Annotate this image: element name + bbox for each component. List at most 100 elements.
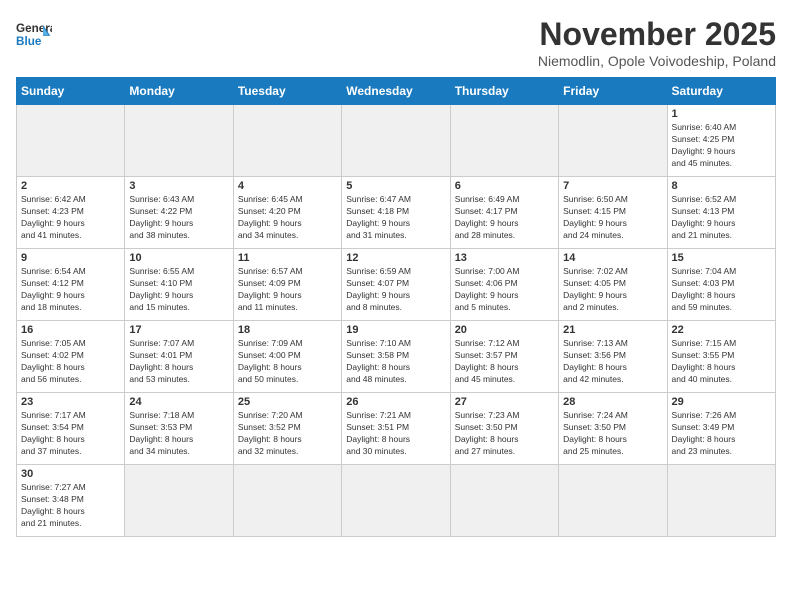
day-info: Sunrise: 6:42 AM Sunset: 4:23 PM Dayligh…: [21, 194, 120, 242]
day-number: 13: [455, 252, 554, 264]
day-number: 23: [21, 396, 120, 408]
calendar-cell: [667, 465, 775, 537]
title-block: November 2025 Niemodlin, Opole Voivodesh…: [538, 16, 776, 69]
day-number: 3: [129, 180, 228, 192]
day-number: 14: [563, 252, 662, 264]
calendar-cell: [450, 105, 558, 177]
day-info: Sunrise: 7:04 AM Sunset: 4:03 PM Dayligh…: [672, 266, 771, 314]
calendar-cell: 15 Sunrise: 7:04 AM Sunset: 4:03 PM Dayli…: [667, 249, 775, 321]
calendar-week-row: 2Sunrise: 6:42 AM Sunset: 4:23 PM Daylig…: [17, 177, 776, 249]
day-number: 16: [21, 324, 120, 336]
calendar-cell: 6 Sunrise: 6:49 AM Sunset: 4:17 PM Daylig…: [450, 177, 558, 249]
calendar-cell: 18 Sunrise: 7:09 AM Sunset: 4:00 PM Dayli…: [233, 321, 341, 393]
calendar-cell: 16 Sunrise: 7:05 AM Sunset: 4:02 PM Dayli…: [17, 321, 125, 393]
calendar-subtitle: Niemodlin, Opole Voivodeship, Poland: [538, 53, 776, 69]
day-number: 15: [672, 252, 771, 264]
day-info: Sunrise: 7:00 AM Sunset: 4:06 PM Dayligh…: [455, 266, 554, 314]
day-number: 27: [455, 396, 554, 408]
day-info: Sunrise: 7:05 AM Sunset: 4:02 PM Dayligh…: [21, 338, 120, 386]
calendar-cell: 4Sunrise: 6:45 AM Sunset: 4:20 PM Daylig…: [233, 177, 341, 249]
calendar-cell: 25 Sunrise: 7:20 AM Sunset: 3:52 PM Dayli…: [233, 393, 341, 465]
calendar-cell: [342, 105, 450, 177]
day-info: Sunrise: 6:50 AM Sunset: 4:15 PM Dayligh…: [563, 194, 662, 242]
day-info: Sunrise: 7:13 AM Sunset: 3:56 PM Dayligh…: [563, 338, 662, 386]
day-info: Sunrise: 7:21 AM Sunset: 3:51 PM Dayligh…: [346, 410, 445, 458]
day-info: Sunrise: 7:02 AM Sunset: 4:05 PM Dayligh…: [563, 266, 662, 314]
day-info: Sunrise: 7:07 AM Sunset: 4:01 PM Dayligh…: [129, 338, 228, 386]
calendar-cell: 11 Sunrise: 6:57 AM Sunset: 4:09 PM Dayli…: [233, 249, 341, 321]
day-info: Sunrise: 7:23 AM Sunset: 3:50 PM Dayligh…: [455, 410, 554, 458]
day-info: Sunrise: 7:09 AM Sunset: 4:00 PM Dayligh…: [238, 338, 337, 386]
logo-icon: General Blue: [16, 16, 52, 52]
calendar-week-row: 16 Sunrise: 7:05 AM Sunset: 4:02 PM Dayli…: [17, 321, 776, 393]
day-number: 18: [238, 324, 337, 336]
calendar-cell: 23 Sunrise: 7:17 AM Sunset: 3:54 PM Dayli…: [17, 393, 125, 465]
calendar-cell: [233, 105, 341, 177]
day-info: Sunrise: 6:59 AM Sunset: 4:07 PM Dayligh…: [346, 266, 445, 314]
calendar-week-row: 30 Sunrise: 7:27 AM Sunset: 3:48 PM Dayli…: [17, 465, 776, 537]
calendar-cell: 8Sunrise: 6:52 AM Sunset: 4:13 PM Daylig…: [667, 177, 775, 249]
calendar-cell: 22 Sunrise: 7:15 AM Sunset: 3:55 PM Dayli…: [667, 321, 775, 393]
calendar-cell: 17 Sunrise: 7:07 AM Sunset: 4:01 PM Dayli…: [125, 321, 233, 393]
calendar-cell: 2Sunrise: 6:42 AM Sunset: 4:23 PM Daylig…: [17, 177, 125, 249]
day-number: 7: [563, 180, 662, 192]
day-number: 25: [238, 396, 337, 408]
calendar-cell: 1Sunrise: 6:40 AM Sunset: 4:25 PM Daylig…: [667, 105, 775, 177]
calendar-cell: [17, 105, 125, 177]
weekday-header-sunday: Sunday: [17, 78, 125, 105]
day-number: 24: [129, 396, 228, 408]
day-number: 6: [455, 180, 554, 192]
calendar-title: November 2025: [538, 16, 776, 53]
svg-text:Blue: Blue: [16, 35, 42, 48]
calendar-cell: 9Sunrise: 6:54 AM Sunset: 4:12 PM Daylig…: [17, 249, 125, 321]
weekday-header-row: SundayMondayTuesdayWednesdayThursdayFrid…: [17, 78, 776, 105]
calendar-cell: 30 Sunrise: 7:27 AM Sunset: 3:48 PM Dayli…: [17, 465, 125, 537]
calendar-cell: [233, 465, 341, 537]
day-number: 11: [238, 252, 337, 264]
day-info: Sunrise: 7:26 AM Sunset: 3:49 PM Dayligh…: [672, 410, 771, 458]
calendar-week-row: 23 Sunrise: 7:17 AM Sunset: 3:54 PM Dayli…: [17, 393, 776, 465]
day-number: 22: [672, 324, 771, 336]
day-number: 12: [346, 252, 445, 264]
day-info: Sunrise: 7:10 AM Sunset: 3:58 PM Dayligh…: [346, 338, 445, 386]
day-info: Sunrise: 7:24 AM Sunset: 3:50 PM Dayligh…: [563, 410, 662, 458]
calendar-cell: 10Sunrise: 6:55 AM Sunset: 4:10 PM Dayli…: [125, 249, 233, 321]
day-info: Sunrise: 6:52 AM Sunset: 4:13 PM Dayligh…: [672, 194, 771, 242]
calendar-cell: [559, 465, 667, 537]
calendar-cell: 26 Sunrise: 7:21 AM Sunset: 3:51 PM Dayli…: [342, 393, 450, 465]
day-number: 26: [346, 396, 445, 408]
day-info: Sunrise: 7:17 AM Sunset: 3:54 PM Dayligh…: [21, 410, 120, 458]
day-info: Sunrise: 6:55 AM Sunset: 4:10 PM Dayligh…: [129, 266, 228, 314]
day-number: 30: [21, 468, 120, 480]
calendar-cell: [559, 105, 667, 177]
day-info: Sunrise: 7:18 AM Sunset: 3:53 PM Dayligh…: [129, 410, 228, 458]
calendar-cell: 20Sunrise: 7:12 AM Sunset: 3:57 PM Dayli…: [450, 321, 558, 393]
day-info: Sunrise: 6:54 AM Sunset: 4:12 PM Dayligh…: [21, 266, 120, 314]
day-info: Sunrise: 6:47 AM Sunset: 4:18 PM Dayligh…: [346, 194, 445, 242]
calendar-cell: 21 Sunrise: 7:13 AM Sunset: 3:56 PM Dayli…: [559, 321, 667, 393]
day-number: 4: [238, 180, 337, 192]
weekday-header-thursday: Thursday: [450, 78, 558, 105]
logo: General Blue: [16, 16, 52, 52]
day-number: 21: [563, 324, 662, 336]
calendar-cell: [450, 465, 558, 537]
calendar-cell: [125, 105, 233, 177]
day-info: Sunrise: 7:15 AM Sunset: 3:55 PM Dayligh…: [672, 338, 771, 386]
day-info: Sunrise: 6:57 AM Sunset: 4:09 PM Dayligh…: [238, 266, 337, 314]
calendar-cell: 24 Sunrise: 7:18 AM Sunset: 3:53 PM Dayli…: [125, 393, 233, 465]
day-info: Sunrise: 7:27 AM Sunset: 3:48 PM Dayligh…: [21, 482, 120, 530]
day-number: 28: [563, 396, 662, 408]
day-info: Sunrise: 6:49 AM Sunset: 4:17 PM Dayligh…: [455, 194, 554, 242]
calendar-cell: 12 Sunrise: 6:59 AM Sunset: 4:07 PM Dayli…: [342, 249, 450, 321]
day-number: 17: [129, 324, 228, 336]
calendar-week-row: 9Sunrise: 6:54 AM Sunset: 4:12 PM Daylig…: [17, 249, 776, 321]
calendar-cell: 19Sunrise: 7:10 AM Sunset: 3:58 PM Dayli…: [342, 321, 450, 393]
weekday-header-wednesday: Wednesday: [342, 78, 450, 105]
day-number: 20: [455, 324, 554, 336]
weekday-header-tuesday: Tuesday: [233, 78, 341, 105]
day-info: Sunrise: 7:20 AM Sunset: 3:52 PM Dayligh…: [238, 410, 337, 458]
calendar-table: SundayMondayTuesdayWednesdayThursdayFrid…: [16, 77, 776, 537]
day-number: 29: [672, 396, 771, 408]
day-info: Sunrise: 6:43 AM Sunset: 4:22 PM Dayligh…: [129, 194, 228, 242]
calendar-cell: 7 Sunrise: 6:50 AM Sunset: 4:15 PM Daylig…: [559, 177, 667, 249]
